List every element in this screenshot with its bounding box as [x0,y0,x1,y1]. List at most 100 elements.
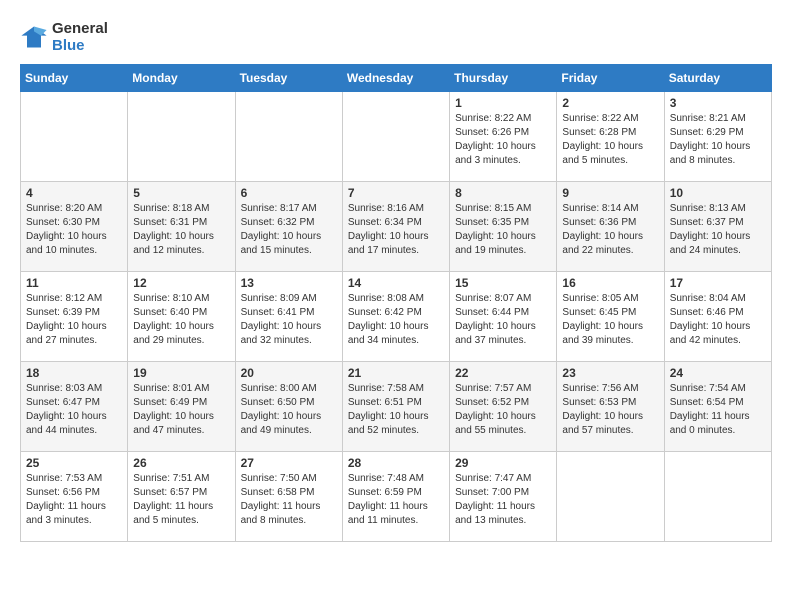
table-cell: 28 Sunrise: 7:48 AM Sunset: 6:59 PM Dayli… [342,452,449,542]
table-cell: 11 Sunrise: 8:12 AM Sunset: 6:39 PM Dayli… [21,272,128,362]
page-header: General Blue [20,20,772,54]
table-cell: 24 Sunrise: 7:54 AM Sunset: 6:54 PM Dayli… [664,362,771,452]
day-number: 17 [670,276,766,290]
day-number: 29 [455,456,551,470]
table-cell: 5 Sunrise: 8:18 AM Sunset: 6:31 PM Daylig… [128,182,235,272]
table-cell: 13Sunrise: 8:09 AM Sunset: 6:41 PM Dayli… [235,272,342,362]
day-info: Sunrise: 8:15 AM Sunset: 6:35 PM Dayligh… [455,202,551,258]
table-cell: 3 Sunrise: 8:21 AM Sunset: 6:29 PM Daylig… [664,92,771,182]
day-number: 14 [348,276,444,290]
day-number: 8 [455,186,551,200]
table-cell [557,452,664,542]
table-cell: 6 Sunrise: 8:17 AM Sunset: 6:32 PM Daylig… [235,182,342,272]
day-number: 26 [133,456,229,470]
day-info: Sunrise: 8:00 AM Sunset: 6:50 PM Dayligh… [241,382,337,438]
day-info: Sunrise: 8:18 AM Sunset: 6:31 PM Dayligh… [133,202,229,258]
table-cell [235,92,342,182]
week-row-4: 18 Sunrise: 8:03 AM Sunset: 6:47 PM Dayli… [21,362,772,452]
calendar-table: SundayMondayTuesdayWednesdayThursdayFrid… [20,64,772,542]
header-friday: Friday [557,65,664,92]
header-sunday: Sunday [21,65,128,92]
day-info: Sunrise: 7:54 AM Sunset: 6:54 PM Dayligh… [670,382,766,438]
table-cell [342,92,449,182]
day-info: Sunrise: 8:13 AM Sunset: 6:37 PM Dayligh… [670,202,766,258]
day-info: Sunrise: 8:10 AM Sunset: 6:40 PM Dayligh… [133,292,229,348]
logo: General Blue [20,20,108,54]
table-cell: 7 Sunrise: 8:16 AM Sunset: 6:34 PM Daylig… [342,182,449,272]
day-number: 2 [562,96,658,110]
week-row-5: 25 Sunrise: 7:53 AM Sunset: 6:56 PM Dayli… [21,452,772,542]
table-cell: 25 Sunrise: 7:53 AM Sunset: 6:56 PM Dayli… [21,452,128,542]
logo-text: General Blue [52,20,108,54]
day-number: 21 [348,366,444,380]
table-cell: 18 Sunrise: 8:03 AM Sunset: 6:47 PM Dayli… [21,362,128,452]
table-cell: 2 Sunrise: 8:22 AM Sunset: 6:28 PM Daylig… [557,92,664,182]
day-info: Sunrise: 8:08 AM Sunset: 6:42 PM Dayligh… [348,292,444,348]
week-row-2: 4 Sunrise: 8:20 AM Sunset: 6:30 PM Daylig… [21,182,772,272]
table-cell: 17 Sunrise: 8:04 AM Sunset: 6:46 PM Dayli… [664,272,771,362]
header-wednesday: Wednesday [342,65,449,92]
day-info: Sunrise: 8:14 AM Sunset: 6:36 PM Dayligh… [562,202,658,258]
day-info: Sunrise: 8:03 AM Sunset: 6:47 PM Dayligh… [26,382,122,438]
day-info: Sunrise: 8:04 AM Sunset: 6:46 PM Dayligh… [670,292,766,348]
table-cell [664,452,771,542]
header-thursday: Thursday [450,65,557,92]
day-number: 28 [348,456,444,470]
day-number: 22 [455,366,551,380]
day-info: Sunrise: 8:01 AM Sunset: 6:49 PM Dayligh… [133,382,229,438]
day-number: 23 [562,366,658,380]
table-cell: 15 Sunrise: 8:07 AM Sunset: 6:44 PM Dayli… [450,272,557,362]
day-info: Sunrise: 8:17 AM Sunset: 6:32 PM Dayligh… [241,202,337,258]
day-info: Sunrise: 8:22 AM Sunset: 6:28 PM Dayligh… [562,112,658,168]
day-number: 16 [562,276,658,290]
table-cell: 1 Sunrise: 8:22 AM Sunset: 6:26 PM Daylig… [450,92,557,182]
day-number: 20 [241,366,337,380]
table-cell [21,92,128,182]
table-cell: 19 Sunrise: 8:01 AM Sunset: 6:49 PM Dayli… [128,362,235,452]
day-number: 11 [26,276,122,290]
day-info: Sunrise: 7:53 AM Sunset: 6:56 PM Dayligh… [26,472,122,528]
day-info: Sunrise: 7:47 AM Sunset: 7:00 PM Dayligh… [455,472,551,528]
table-cell [128,92,235,182]
day-number: 4 [26,186,122,200]
day-number: 19 [133,366,229,380]
day-number: 5 [133,186,229,200]
week-row-1: 1 Sunrise: 8:22 AM Sunset: 6:26 PM Daylig… [21,92,772,182]
table-cell: 16 Sunrise: 8:05 AM Sunset: 6:45 PM Dayli… [557,272,664,362]
day-number: 7 [348,186,444,200]
day-number: 9 [562,186,658,200]
table-cell: 29 Sunrise: 7:47 AM Sunset: 7:00 PM Dayli… [450,452,557,542]
day-number: 24 [670,366,766,380]
day-info: Sunrise: 7:48 AM Sunset: 6:59 PM Dayligh… [348,472,444,528]
day-info: Sunrise: 8:05 AM Sunset: 6:45 PM Dayligh… [562,292,658,348]
day-info: Sunrise: 7:51 AM Sunset: 6:57 PM Dayligh… [133,472,229,528]
day-info: Sunrise: 8:12 AM Sunset: 6:39 PM Dayligh… [26,292,122,348]
table-cell: 21 Sunrise: 7:58 AM Sunset: 6:51 PM Dayli… [342,362,449,452]
logo-bird-icon [20,23,48,51]
day-number: 6 [241,186,337,200]
header-tuesday: Tuesday [235,65,342,92]
table-cell: 4 Sunrise: 8:20 AM Sunset: 6:30 PM Daylig… [21,182,128,272]
day-info: Sunrise: 8:22 AM Sunset: 6:26 PM Dayligh… [455,112,551,168]
day-number: 12 [133,276,229,290]
table-cell: 10Sunrise: 8:13 AM Sunset: 6:37 PM Dayli… [664,182,771,272]
day-info: Sunrise: 7:58 AM Sunset: 6:51 PM Dayligh… [348,382,444,438]
table-cell: 8 Sunrise: 8:15 AM Sunset: 6:35 PM Daylig… [450,182,557,272]
week-row-3: 11 Sunrise: 8:12 AM Sunset: 6:39 PM Dayli… [21,272,772,362]
header-saturday: Saturday [664,65,771,92]
table-cell: 20 Sunrise: 8:00 AM Sunset: 6:50 PM Dayli… [235,362,342,452]
day-info: Sunrise: 8:20 AM Sunset: 6:30 PM Dayligh… [26,202,122,258]
day-number: 18 [26,366,122,380]
table-cell: 22Sunrise: 7:57 AM Sunset: 6:52 PM Dayli… [450,362,557,452]
day-info: Sunrise: 8:16 AM Sunset: 6:34 PM Dayligh… [348,202,444,258]
day-number: 3 [670,96,766,110]
day-number: 15 [455,276,551,290]
day-number: 27 [241,456,337,470]
table-cell: 27Sunrise: 7:50 AM Sunset: 6:58 PM Dayli… [235,452,342,542]
day-info: Sunrise: 8:09 AM Sunset: 6:41 PM Dayligh… [241,292,337,348]
day-number: 25 [26,456,122,470]
day-info: Sunrise: 8:21 AM Sunset: 6:29 PM Dayligh… [670,112,766,168]
day-info: Sunrise: 8:07 AM Sunset: 6:44 PM Dayligh… [455,292,551,348]
day-number: 1 [455,96,551,110]
header-monday: Monday [128,65,235,92]
